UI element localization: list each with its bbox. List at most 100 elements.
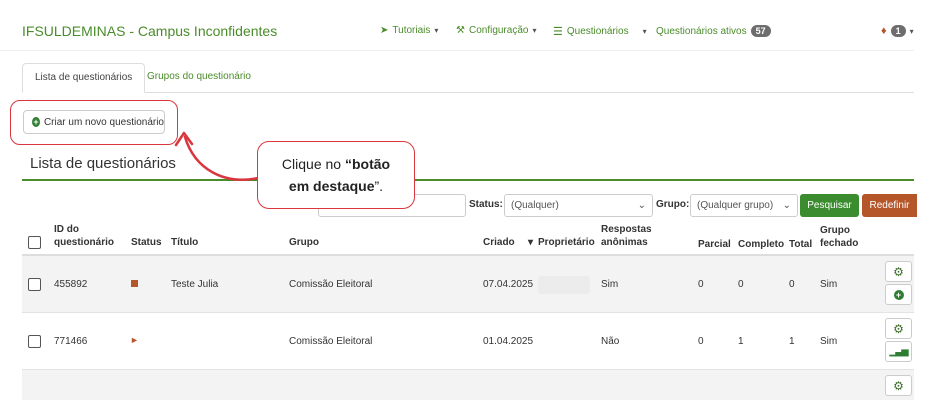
header-anon-line1: Respostas	[601, 224, 652, 235]
active-status-icon: ►	[130, 335, 139, 345]
nav-configuration-label: Configuração	[468, 25, 529, 36]
header-closed-group[interactable]: Grupo fechado	[820, 224, 858, 250]
group-filter-select[interactable]: (Qualquer grupo) ⌄	[690, 194, 798, 217]
row-total: 1	[789, 336, 795, 347]
plus-circle-icon: +	[893, 289, 904, 300]
row-group: Comissão Eleitoral	[289, 336, 373, 347]
caret-down-icon: ▾	[909, 26, 914, 36]
nav-questionnaires[interactable]: ☰ Questionários ▾	[553, 25, 647, 38]
caret-down-icon: ▾	[532, 26, 537, 35]
tab-questionnaire-list[interactable]: Lista de questionários	[22, 63, 146, 93]
callout-line2-suffix: ”.	[374, 178, 384, 194]
list-icon: ☰	[553, 26, 563, 38]
chevron-down-icon: ⌄	[782, 200, 791, 211]
row-total: 0	[789, 279, 795, 290]
bar-chart-icon: ▁▃▅	[889, 346, 909, 356]
nav-configuration[interactable]: ⚒ Configuração ▾	[456, 25, 536, 36]
row-group: Comissão Eleitoral	[289, 279, 373, 290]
status-filter-label: Status:	[469, 199, 503, 210]
row-id[interactable]: 455892	[54, 279, 87, 290]
select-all-checkbox[interactable]	[28, 236, 41, 249]
plus-circle-icon: +	[32, 117, 40, 127]
row-title[interactable]: Teste Julia	[171, 279, 218, 290]
caret-down-icon: ▾	[642, 27, 647, 36]
notification-count-badge: 1	[890, 25, 906, 37]
header-id-line1: ID do	[54, 224, 79, 235]
callout-line2-bold: em destaque	[288, 178, 375, 194]
section-divider	[22, 179, 914, 181]
row-settings-button[interactable]: ⚙	[885, 261, 912, 282]
reset-button[interactable]: Redefinir	[862, 194, 917, 217]
gear-icon: ⚙	[893, 264, 904, 279]
nav-active-questionnaires[interactable]: Questionários ativos 57	[656, 25, 771, 37]
gear-icon: ⚙	[893, 321, 904, 336]
row-created: 07.04.2025	[483, 279, 534, 290]
header-closed-line1: Grupo	[820, 225, 850, 236]
header-owner[interactable]: Proprietário	[538, 236, 595, 249]
group-filter-value: (Qualquer grupo)	[697, 200, 774, 211]
row-settings-button[interactable]: ⚙	[885, 318, 912, 339]
page-title: Lista de questionários	[30, 155, 176, 172]
row-complete: 0	[738, 279, 744, 290]
sort-desc-icon: ▾	[528, 237, 534, 248]
app-brand[interactable]: IFSULDEMINAS - Campus Inconfidentes	[22, 23, 277, 39]
row-id[interactable]: 771466	[54, 336, 87, 347]
row-statistics-button[interactable]: ▁▃▅	[885, 341, 912, 362]
chevron-down-icon: ⌄	[637, 200, 646, 211]
row-partial: 0	[698, 279, 704, 290]
callout-box: Clique no “botão em destaque”.	[257, 141, 415, 209]
table-row[interactable]	[22, 370, 914, 400]
caret-down-icon: ▾	[434, 26, 439, 35]
nav-active-label: Questionários ativos	[656, 25, 747, 37]
row-partial: 0	[698, 336, 704, 347]
tabs-divider	[22, 92, 914, 93]
create-button-label: Criar um novo questionário	[43, 116, 164, 128]
navbar-divider	[0, 50, 914, 51]
row-checkbox[interactable]	[28, 335, 41, 348]
callout-arrow	[174, 131, 260, 181]
table-row[interactable]	[22, 256, 914, 313]
row-created: 01.04.2025	[483, 336, 534, 347]
tab-questionnaire-groups[interactable]: Grupos do questionário	[135, 63, 263, 93]
row-anonymous: Sim	[601, 279, 619, 290]
header-status[interactable]: Status	[131, 236, 162, 249]
callout-line1-prefix: Clique no	[281, 156, 345, 172]
nav-tutorials[interactable]: ➤ Tutoriais ▾	[380, 25, 438, 36]
row-owner-redacted	[538, 276, 590, 294]
gear-icon: ⚙	[893, 378, 904, 393]
stopped-status-icon	[131, 280, 138, 287]
wrench-icon: ⚒	[456, 25, 465, 36]
header-complete[interactable]: Completo	[738, 238, 784, 251]
header-title[interactable]: Título	[171, 236, 198, 249]
row-settings-button[interactable]: ⚙	[885, 375, 912, 396]
notifications-menu[interactable]: ♦ 1 ▾	[881, 25, 914, 37]
search-button[interactable]: Pesquisar	[800, 194, 859, 217]
rocket-icon: ➤	[380, 25, 389, 36]
header-partial[interactable]: Parcial	[698, 238, 731, 251]
callout-line-2: em destaque”.	[258, 175, 414, 197]
callout-line1-bold: “botão	[344, 156, 391, 172]
row-checkbox[interactable]	[28, 278, 41, 291]
header-id[interactable]: ID do questionário	[54, 223, 114, 249]
header-total[interactable]: Total	[789, 238, 812, 251]
status-filter-value: (Qualquer)	[511, 200, 559, 211]
row-activate-button[interactable]: +	[885, 284, 912, 305]
row-closed: Sim	[820, 279, 838, 290]
nav-tutorials-label: Tutoriais	[392, 25, 431, 36]
row-anonymous: Não	[601, 336, 620, 347]
nav-questionnaires-label: Questionários	[566, 26, 629, 37]
header-anonymous[interactable]: Respostas anônimas	[601, 223, 652, 249]
callout-line-1: Clique no “botão	[258, 153, 414, 175]
row-closed: Sim	[820, 336, 838, 347]
header-id-line2: questionário	[54, 237, 115, 248]
group-filter-label: Grupo:	[656, 199, 690, 210]
row-complete: 1	[738, 336, 744, 347]
header-closed-line2: fechado	[820, 238, 859, 249]
create-questionnaire-button[interactable]: + Criar um novo questionário	[23, 110, 165, 134]
bell-icon: ♦	[881, 25, 887, 37]
header-group[interactable]: Grupo	[289, 236, 319, 249]
header-created[interactable]: Criado	[483, 236, 515, 249]
header-anon-line2: anônimas	[601, 237, 648, 248]
table-row[interactable]	[22, 313, 914, 370]
status-filter-select[interactable]: (Qualquer) ⌄	[504, 194, 653, 217]
